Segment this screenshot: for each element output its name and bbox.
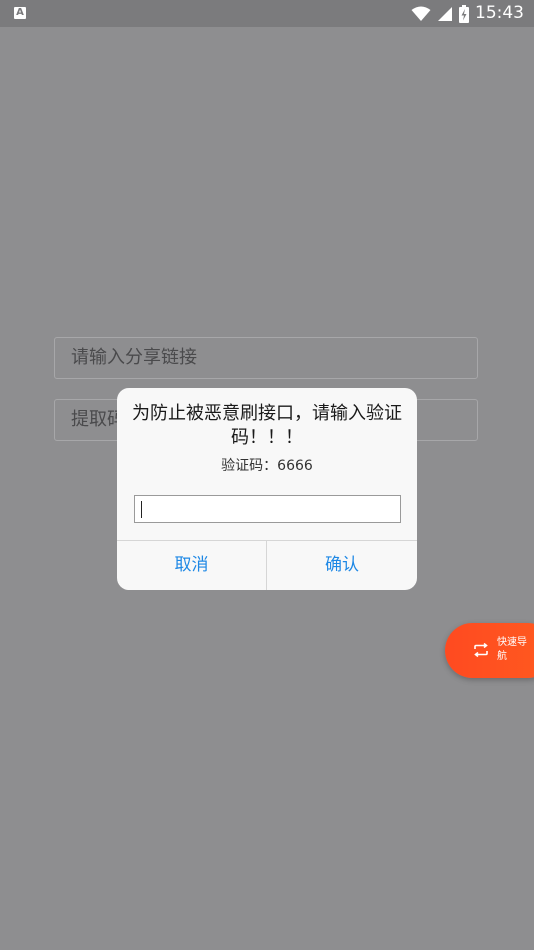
app-notification-icon: A <box>14 7 26 19</box>
share-link-input[interactable]: 请输入分享链接 <box>54 337 478 379</box>
quick-nav-label: 快速导航 <box>497 637 527 662</box>
status-time: 15:43 <box>475 3 524 23</box>
dialog-message: 验证码：6666 <box>221 458 313 474</box>
cancel-button[interactable]: 取消 <box>117 541 266 590</box>
status-right-group: 15:43 <box>411 0 524 27</box>
confirm-button[interactable]: 确认 <box>267 541 417 590</box>
status-bar: A 15:43 <box>0 0 534 27</box>
battery-icon <box>459 4 469 23</box>
text-caret <box>141 501 142 518</box>
signal-icon <box>438 6 452 21</box>
switch-icon <box>474 642 488 658</box>
verification-code-input[interactable] <box>134 495 401 523</box>
quick-nav-button[interactable]: 快速导航 <box>445 623 534 678</box>
verification-dialog: 为防止被恶意刷接口，请输入验证码！！！ 验证码：6666 取消 确认 <box>117 388 417 590</box>
wifi-icon <box>411 6 431 21</box>
dialog-title: 为防止被恶意刷接口，请输入验证码！！！ <box>132 403 402 448</box>
